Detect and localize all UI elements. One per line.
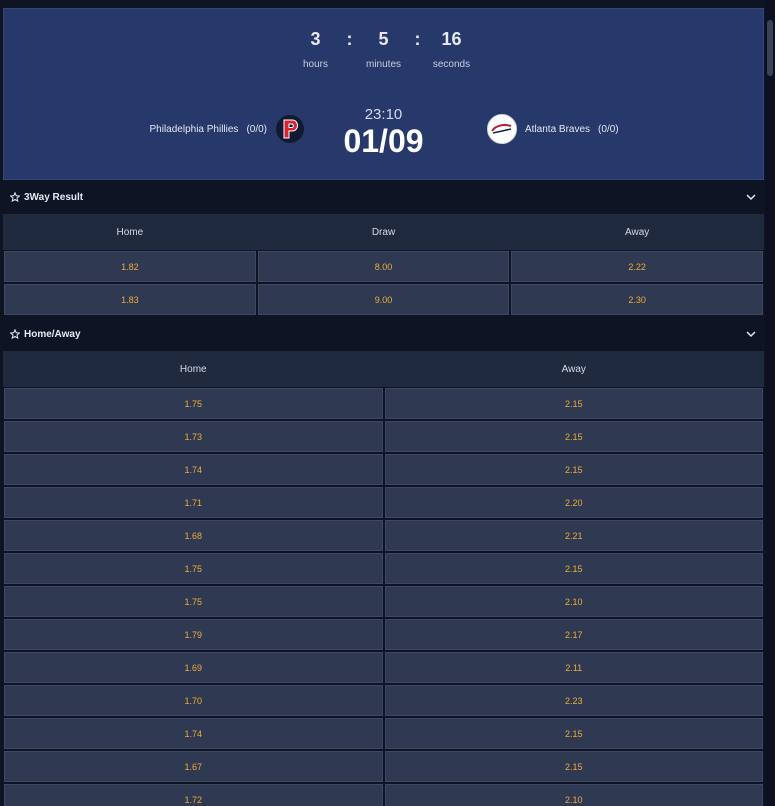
column-home: Home [179,363,207,375]
seconds-value: 16 [441,29,462,49]
odds-button-home[interactable]: 1.71 [4,487,383,518]
odds-button-home[interactable]: 1.75 [4,553,383,584]
odds-row: 1.74 2.15 [3,717,764,750]
countdown-seconds: 16 seconds [425,27,479,70]
odds-button-home[interactable]: 1.74 [4,454,383,485]
odds-row: 1.69 2.11 [3,651,764,684]
odds-button-away[interactable]: 2.21 [384,520,763,551]
odds-row: 1.75 2.15 [3,552,764,585]
chevron-down-icon[interactable] [746,330,756,338]
odds-button-draw[interactable]: 9.00 [257,284,510,315]
column-away: Away [561,363,586,375]
match-time: 23:10 [364,106,403,123]
column-headers: Home Away [3,351,764,387]
odds-row: 1.72 2.10 [3,783,764,806]
odds-row: 1.71 2.20 [3,486,764,519]
odds-button-home[interactable]: 1.73 [4,421,383,452]
column-away: Away [625,226,650,238]
odds-button-home[interactable]: 1.67 [4,751,383,782]
column-home: Home [116,226,144,238]
odds-button-home[interactable]: 1.72 [4,784,383,806]
odds-button-home[interactable]: 1.68 [4,520,383,551]
odds-button-away[interactable]: 2.15 [384,751,763,782]
odds-button-home[interactable]: 1.75 [4,388,383,419]
odds-button-away[interactable]: 2.15 [384,388,763,419]
market-home-away: Home/Away Home Away 1.75 2.15 1.73 2.15 1.… [3,317,764,806]
odds-row: 1.73 2.15 [3,420,764,453]
odds-row: 1.75 2.10 [3,585,764,618]
odds-button-away[interactable]: 2.17 [384,619,763,650]
odds-button-away[interactable]: 2.30 [511,284,764,315]
odds-button-away[interactable]: 2.10 [384,784,763,806]
market-title: 3Way Result [24,191,84,203]
match-date: 01/09 [343,123,424,159]
odds-button-home[interactable]: 1.83 [4,284,256,315]
odds-button-home[interactable]: 1.82 [4,251,256,282]
odds-button-home[interactable]: 1.69 [4,652,383,683]
column-headers: Home Draw Away [3,214,764,250]
odds-row: 1.74 2.15 [3,453,764,486]
odds-button-away[interactable]: 2.15 [384,421,763,452]
countdown-hours: 3 hours [289,27,343,70]
hours-label: hours [302,59,328,70]
market-header[interactable]: Home/Away [3,317,764,351]
countdown: 3 hours : 5 minutes : 16 seconds [4,27,763,70]
odds-row: 1.70 2.23 [3,684,764,717]
odds-button-away[interactable]: 2.11 [384,652,763,683]
odds-button-away[interactable]: 2.15 [384,553,763,584]
odds-button-away[interactable]: 2.10 [384,586,763,617]
braves-logo-icon [487,114,517,144]
countdown-separator: : [346,29,353,49]
minutes-value: 5 [378,29,389,49]
odds-button-draw[interactable]: 8.00 [257,251,510,282]
hours-value: 3 [310,29,321,49]
odds-row: 1.67 2.15 [3,750,764,783]
odds-row: 1.83 9.00 2.30 [3,283,764,316]
match-page: 3 hours : 5 minutes : 16 seconds Philade… [3,0,764,806]
countdown-separator: : [414,29,421,49]
away-team: Atlanta Braves (0/0) [487,114,619,144]
odds-button-home[interactable]: 1.79 [4,619,383,650]
match-header: 3 hours : 5 minutes : 16 seconds Philade… [3,8,764,180]
odds-button-home[interactable]: 1.75 [4,586,383,617]
odds-row: 1.79 2.17 [3,618,764,651]
market-3way-result: 3Way Result Home Draw Away 1.82 8.00 2.2… [3,180,764,316]
chevron-down-icon[interactable] [746,193,756,201]
scrollbar-thumb[interactable] [767,20,773,76]
odds-button-away[interactable]: 2.22 [511,251,764,282]
star-outline-icon[interactable] [10,192,20,202]
countdown-minutes: 5 minutes [357,27,411,70]
scrollbar[interactable] [765,0,775,806]
odds-row: 1.68 2.21 [3,519,764,552]
odds-button-away[interactable]: 2.23 [384,685,763,716]
star-outline-icon[interactable] [10,329,20,339]
market-title: Home/Away [24,328,81,340]
column-draw: Draw [371,226,396,238]
market-header[interactable]: 3Way Result [3,180,764,214]
odds-button-away[interactable]: 2.15 [384,454,763,485]
minutes-label: minutes [365,59,401,70]
seconds-label: seconds [432,59,471,70]
odds-row: 1.82 8.00 2.22 [3,250,764,283]
odds-button-home[interactable]: 1.70 [4,685,383,716]
odds-button-away[interactable]: 2.15 [384,718,763,749]
away-team-record: (0/0) [598,123,619,135]
odds-button-home[interactable]: 1.74 [4,718,383,749]
odds-button-away[interactable]: 2.20 [384,487,763,518]
odds-row: 1.75 2.15 [3,387,764,420]
away-team-name: Atlanta Braves [525,123,591,135]
